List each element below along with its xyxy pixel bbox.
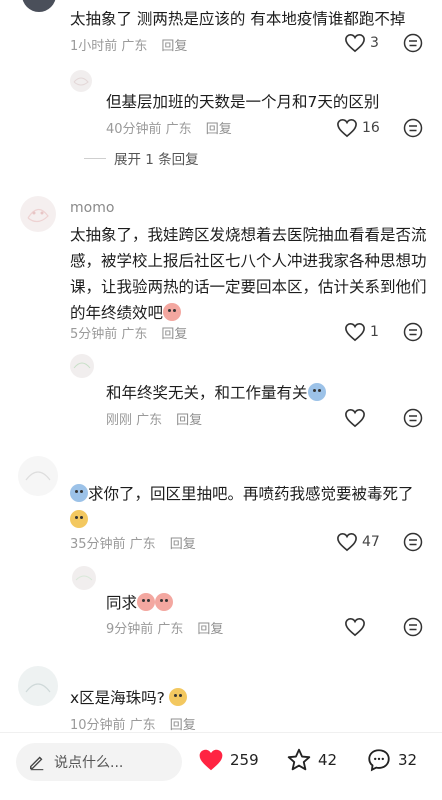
expand-replies-label: 展开 1 条回复 [114, 152, 199, 168]
comment-text: x区是海珠吗? [70, 685, 187, 711]
post-like-count: 259 [230, 751, 259, 769]
avatar[interactable] [18, 666, 58, 706]
comment-meta: 10分钟前 广东 回复 [70, 714, 196, 733]
avatar[interactable] [70, 70, 92, 92]
emoji-icon [137, 593, 156, 611]
avatar[interactable] [70, 354, 94, 378]
comment-meta: 刚刚 广东 回复 [106, 409, 202, 428]
comment-bubble-icon [368, 749, 390, 772]
emoji-icon [163, 303, 182, 321]
dislike-icon[interactable] [403, 322, 423, 342]
comment-time: 35分钟前 广东 [70, 537, 156, 552]
heart-filled-icon [199, 749, 223, 771]
dislike-icon[interactable] [403, 532, 423, 552]
avatar[interactable] [18, 456, 58, 496]
comment-text: 但基层加班的天数是一个月和7天的区别 [106, 93, 380, 111]
like-button[interactable]: 3 [344, 33, 379, 53]
comment-line: 求你了，回区里抽吧。再喷药我感觉要被毒死了 [70, 481, 442, 507]
emoji-icon [307, 383, 326, 401]
dislike-icon[interactable] [403, 118, 423, 138]
bottom-bar: 说点什么... 259 42 32 [0, 732, 442, 800]
comment-time: 10分钟前 广东 [70, 718, 156, 733]
comment-meta: 9分钟前 广东 回复 [106, 618, 223, 637]
like-button[interactable]: 16 [336, 118, 380, 138]
post-comment-count: 32 [398, 751, 418, 769]
reply-button[interactable]: 回复 [161, 327, 187, 342]
comment-input-placeholder: 说点什么... [54, 755, 124, 771]
star-post-button[interactable]: 42 [286, 747, 337, 773]
comment-text: 求你了，回区里抽吧。再喷药我感觉要被毒死了 [70, 481, 442, 533]
heart-icon [337, 532, 357, 552]
comment-text: 太抽象了 测两热是应该的 有本地疫情谁都跑不掉 [70, 10, 406, 28]
like-button[interactable] [344, 617, 370, 637]
heart-icon [337, 118, 357, 138]
comment-time: 刚刚 广东 [106, 413, 163, 428]
pencil-icon [30, 756, 44, 771]
comment-text: 太抽象了，我娃跨区发烧想着去医院抽血看看是否流 感，被学校上报后社区七八个人冲进… [70, 222, 442, 326]
comment-line: 课，让我验两热的话一定要回本区，估计关系到他们 [70, 278, 427, 296]
comment-post-button[interactable]: 32 [366, 747, 417, 773]
like-post-button[interactable]: 259 [198, 747, 259, 773]
comment-line [70, 507, 442, 533]
comment-time: 9分钟前 广东 [106, 622, 184, 637]
reply-button[interactable]: 回复 [197, 622, 223, 637]
reply-button[interactable]: 回复 [176, 413, 202, 428]
emoji-icon [155, 593, 174, 611]
avatar[interactable] [20, 196, 56, 232]
reply-button[interactable]: 回复 [170, 537, 196, 552]
like-count: 3 [370, 35, 379, 51]
avatar[interactable] [72, 566, 96, 590]
comment-text: 和年终奖无关，和工作量有关 [106, 380, 326, 406]
comment-time: 5分钟前 广东 [70, 327, 148, 342]
comment-meta: 35分钟前 广东 回复 [70, 533, 196, 552]
reply-button[interactable]: 回复 [161, 39, 187, 54]
comment-input[interactable]: 说点什么... [16, 743, 182, 781]
like-count: 47 [362, 534, 380, 550]
username[interactable]: momo [70, 200, 114, 216]
like-button[interactable]: 47 [336, 532, 380, 552]
comment-time: 40分钟前 广东 [106, 122, 192, 137]
heart-icon [345, 617, 365, 637]
emoji-icon [70, 484, 88, 502]
divider [84, 157, 106, 159]
avatar[interactable] [22, 0, 56, 12]
emoji-icon [168, 688, 187, 706]
star-icon [287, 748, 311, 771]
emoji-icon [70, 510, 88, 528]
dislike-icon[interactable] [403, 33, 423, 53]
reply-button[interactable]: 回复 [170, 718, 196, 733]
heart-icon [345, 33, 365, 53]
heart-icon [345, 322, 365, 342]
like-button[interactable] [344, 408, 370, 428]
dislike-icon[interactable] [403, 617, 423, 637]
heart-icon [345, 408, 365, 428]
comment-meta: 5分钟前 广东 回复 [70, 323, 187, 342]
comment-text: 同求 [106, 590, 174, 616]
expand-replies-button[interactable]: 展开 1 条回复 [84, 148, 199, 168]
comment-meta: 40分钟前 广东 回复 [106, 118, 232, 137]
comment-line: 感，被学校上报后社区七八个人冲进我家各种思想功 [70, 252, 427, 270]
like-count: 16 [362, 120, 380, 136]
post-star-count: 42 [318, 751, 338, 769]
dislike-icon[interactable] [403, 408, 423, 428]
like-button[interactable]: 1 [344, 322, 379, 342]
comment-time: 1小时前 广东 [70, 39, 148, 54]
like-count: 1 [370, 324, 379, 340]
comment-line: 太抽象了，我娃跨区发烧想着去医院抽血看看是否流 [70, 226, 427, 244]
reply-button[interactable]: 回复 [206, 122, 232, 137]
comment-meta: 1小时前 广东 回复 [70, 35, 187, 54]
